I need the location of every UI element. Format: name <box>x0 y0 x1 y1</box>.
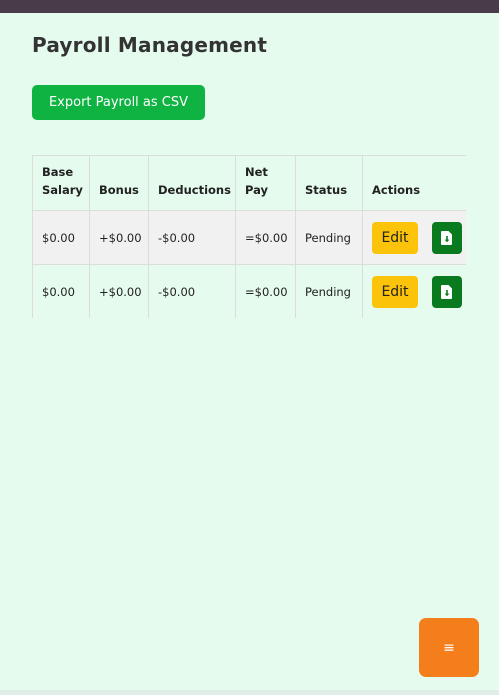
cell-net-pay: =$0.00 <box>235 264 296 318</box>
payroll-table: Base Salary Bonus Deductions Net Pay Sta… <box>32 155 466 318</box>
payroll-table-container: Base Salary Bonus Deductions Net Pay Sta… <box>32 155 466 318</box>
table-row: $0.00 +$0.00 -$0.00 =$0.00 Pending Edit <box>32 264 466 318</box>
file-download-icon <box>440 284 452 299</box>
column-header-actions: Actions <box>362 155 466 211</box>
hamburger-menu-icon: ≡ <box>443 639 455 656</box>
download-payslip-button[interactable] <box>431 221 462 254</box>
file-download-icon <box>440 230 452 245</box>
cell-bonus: +$0.00 <box>89 210 149 265</box>
table-row: $0.00 +$0.00 -$0.00 =$0.00 Pending Edit <box>32 210 466 265</box>
edit-button[interactable]: Edit <box>372 275 418 308</box>
cell-base-salary: $0.00 <box>32 264 90 318</box>
download-payslip-button[interactable] <box>431 275 462 308</box>
menu-fab-button[interactable]: ≡ <box>419 618 479 677</box>
column-header-bonus: Bonus <box>89 155 149 211</box>
cell-status: Pending <box>295 264 363 318</box>
export-csv-button[interactable]: Export Payroll as CSV <box>32 85 205 120</box>
page-title: Payroll Management <box>32 33 268 57</box>
table-header-row: Base Salary Bonus Deductions Net Pay Sta… <box>32 155 466 211</box>
column-header-status: Status <box>295 155 363 211</box>
cell-actions: Edit <box>362 210 466 265</box>
top-nav-bar <box>0 0 499 13</box>
cell-deductions: -$0.00 <box>148 210 236 265</box>
cell-base-salary: $0.00 <box>32 210 90 265</box>
cell-net-pay: =$0.00 <box>235 210 296 265</box>
column-header-net-pay: Net Pay <box>235 155 296 211</box>
cell-bonus: +$0.00 <box>89 264 149 318</box>
bottom-edge <box>0 690 499 695</box>
edit-button[interactable]: Edit <box>372 221 418 254</box>
cell-deductions: -$0.00 <box>148 264 236 318</box>
column-header-base-salary: Base Salary <box>32 155 90 211</box>
column-header-deductions: Deductions <box>148 155 236 211</box>
cell-status: Pending <box>295 210 363 265</box>
cell-actions: Edit <box>362 264 466 318</box>
